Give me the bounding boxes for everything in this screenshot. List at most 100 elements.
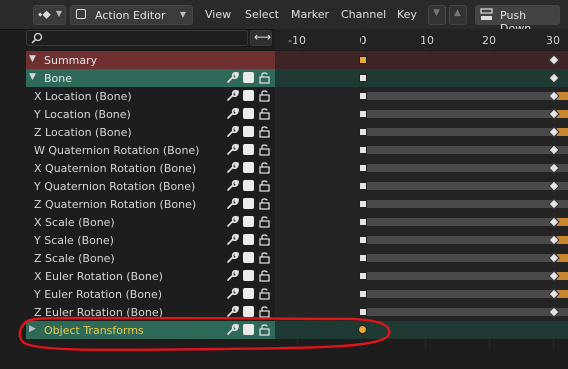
keyframe-square[interactable]	[359, 236, 367, 244]
fcurve-channel[interactable]: X Euler Rotation (Bone)	[26, 267, 275, 285]
lock-icon[interactable]	[258, 305, 271, 318]
fcurve-track[interactable]	[275, 159, 568, 177]
fcurve-channel[interactable]: Z Location (Bone)	[26, 123, 275, 141]
lock-icon[interactable]	[258, 269, 271, 282]
checkbox-icon[interactable]	[243, 306, 254, 317]
fcurve-track[interactable]	[275, 177, 568, 195]
lock-icon[interactable]	[258, 107, 271, 120]
checkbox-icon[interactable]	[243, 324, 254, 335]
checkbox-icon[interactable]	[243, 288, 254, 299]
swap-button[interactable]: ⟷	[250, 30, 272, 46]
menu-key[interactable]: Key	[397, 8, 417, 21]
summary-track[interactable]	[275, 51, 568, 69]
lock-icon[interactable]	[258, 323, 271, 336]
keyframe-diamond[interactable]	[548, 54, 560, 66]
menu-select[interactable]: Select	[245, 8, 279, 21]
checkbox-icon[interactable]	[243, 270, 254, 281]
fcurve-track[interactable]	[275, 285, 568, 303]
keyframe-square[interactable]	[359, 182, 367, 190]
bone-group-channel[interactable]: ▼ Bone	[26, 69, 275, 87]
wrench-icon[interactable]	[226, 287, 239, 300]
fcurve-track[interactable]	[275, 105, 568, 123]
fcurve-channel[interactable]: Y Location (Bone)	[26, 105, 275, 123]
lock-icon[interactable]	[258, 125, 271, 138]
checkbox-icon[interactable]	[243, 252, 254, 263]
lock-icon[interactable]	[258, 89, 271, 102]
wrench-icon[interactable]	[226, 215, 239, 228]
lock-icon[interactable]	[258, 161, 271, 174]
expand-triangle-icon[interactable]: ▶	[29, 324, 36, 334]
fcurve-channel[interactable]: Y Quaternion Rotation (Bone)	[26, 177, 275, 195]
checkbox-icon[interactable]	[243, 162, 254, 173]
checkbox-icon[interactable]	[243, 144, 254, 155]
wrench-icon[interactable]	[226, 143, 239, 156]
lock-icon[interactable]	[258, 287, 271, 300]
keyframe-square[interactable]	[359, 74, 367, 82]
checkbox-icon[interactable]	[243, 234, 254, 245]
wrench-icon[interactable]	[226, 161, 239, 174]
wrench-icon[interactable]	[226, 179, 239, 192]
keyframe-square[interactable]	[359, 272, 367, 280]
keyframe-square[interactable]	[359, 56, 367, 64]
menu-marker[interactable]: Marker	[291, 8, 329, 21]
fcurve-channel[interactable]: W Quaternion Rotation (Bone)	[26, 141, 275, 159]
push-down-button[interactable]: Push Down	[475, 5, 560, 35]
checkbox-icon[interactable]	[243, 216, 254, 227]
fcurve-track[interactable]	[275, 267, 568, 285]
wrench-icon[interactable]	[226, 197, 239, 210]
fcurve-channel[interactable]: X Quaternion Rotation (Bone)	[26, 159, 275, 177]
fcurve-channel[interactable]: X Location (Bone)	[26, 87, 275, 105]
wrench-icon[interactable]	[226, 89, 239, 102]
checkbox-icon[interactable]	[243, 72, 254, 83]
fcurve-channel[interactable]: Z Euler Rotation (Bone)	[26, 303, 275, 321]
wrench-icon[interactable]	[226, 305, 239, 318]
collapse-triangle-icon[interactable]: ▼	[29, 54, 36, 64]
summary-channel[interactable]: ▼ Summary	[26, 51, 275, 69]
keyframe-square[interactable]	[359, 146, 367, 154]
keyframe-square[interactable]	[359, 110, 367, 118]
fcurve-track[interactable]	[275, 195, 568, 213]
keyframe-square[interactable]	[359, 290, 367, 298]
menu-view[interactable]: View	[205, 8, 231, 21]
fcurve-track[interactable]	[275, 87, 568, 105]
keyframe-square[interactable]	[359, 164, 367, 172]
keyframe-circle[interactable]	[358, 325, 367, 334]
fcurve-channel[interactable]: X Scale (Bone)	[26, 213, 275, 231]
checkbox-icon[interactable]	[243, 108, 254, 119]
wrench-icon[interactable]	[226, 233, 239, 246]
lock-icon[interactable]	[258, 143, 271, 156]
checkbox-icon[interactable]	[243, 126, 254, 137]
lock-icon[interactable]	[258, 215, 271, 228]
keyframe-square[interactable]	[359, 218, 367, 226]
checkbox-icon[interactable]	[243, 180, 254, 191]
wrench-icon[interactable]	[226, 269, 239, 282]
fcurve-channel[interactable]: Y Euler Rotation (Bone)	[26, 285, 275, 303]
fcurve-track[interactable]	[275, 213, 568, 231]
fcurve-track[interactable]	[275, 123, 568, 141]
keyframe-square[interactable]	[359, 200, 367, 208]
keyframe-diamond[interactable]	[548, 72, 560, 84]
mode-select[interactable]: Action Editor ▼	[70, 5, 193, 25]
keyframe-square[interactable]	[359, 128, 367, 136]
fcurve-channel[interactable]: Z Quaternion Rotation (Bone)	[26, 195, 275, 213]
fcurve-channel[interactable]: Y Scale (Bone)	[26, 231, 275, 249]
wrench-icon[interactable]	[226, 125, 239, 138]
lock-icon[interactable]	[258, 71, 271, 84]
lock-icon[interactable]	[258, 179, 271, 192]
keyframe-square[interactable]	[359, 254, 367, 262]
lock-icon[interactable]	[258, 197, 271, 210]
wrench-icon[interactable]	[226, 107, 239, 120]
wrench-icon[interactable]	[226, 251, 239, 264]
keyframe-square[interactable]	[359, 308, 367, 316]
timeline-ruler[interactable]: -10 0 10 20 30	[275, 29, 568, 50]
object-transforms-track[interactable]	[275, 321, 568, 339]
wrench-icon[interactable]	[226, 71, 239, 84]
fcurve-channel[interactable]: Z Scale (Bone)	[26, 249, 275, 267]
collapse-triangle-icon[interactable]: ▼	[29, 72, 36, 82]
bone-track[interactable]	[275, 69, 568, 87]
lock-icon[interactable]	[258, 251, 271, 264]
object-transforms-channel[interactable]: ▶ Object Transforms	[26, 321, 275, 339]
menu-channel[interactable]: Channel	[341, 8, 386, 21]
search-input[interactable]	[26, 30, 248, 46]
move-down-button[interactable]: ▼	[428, 5, 446, 25]
